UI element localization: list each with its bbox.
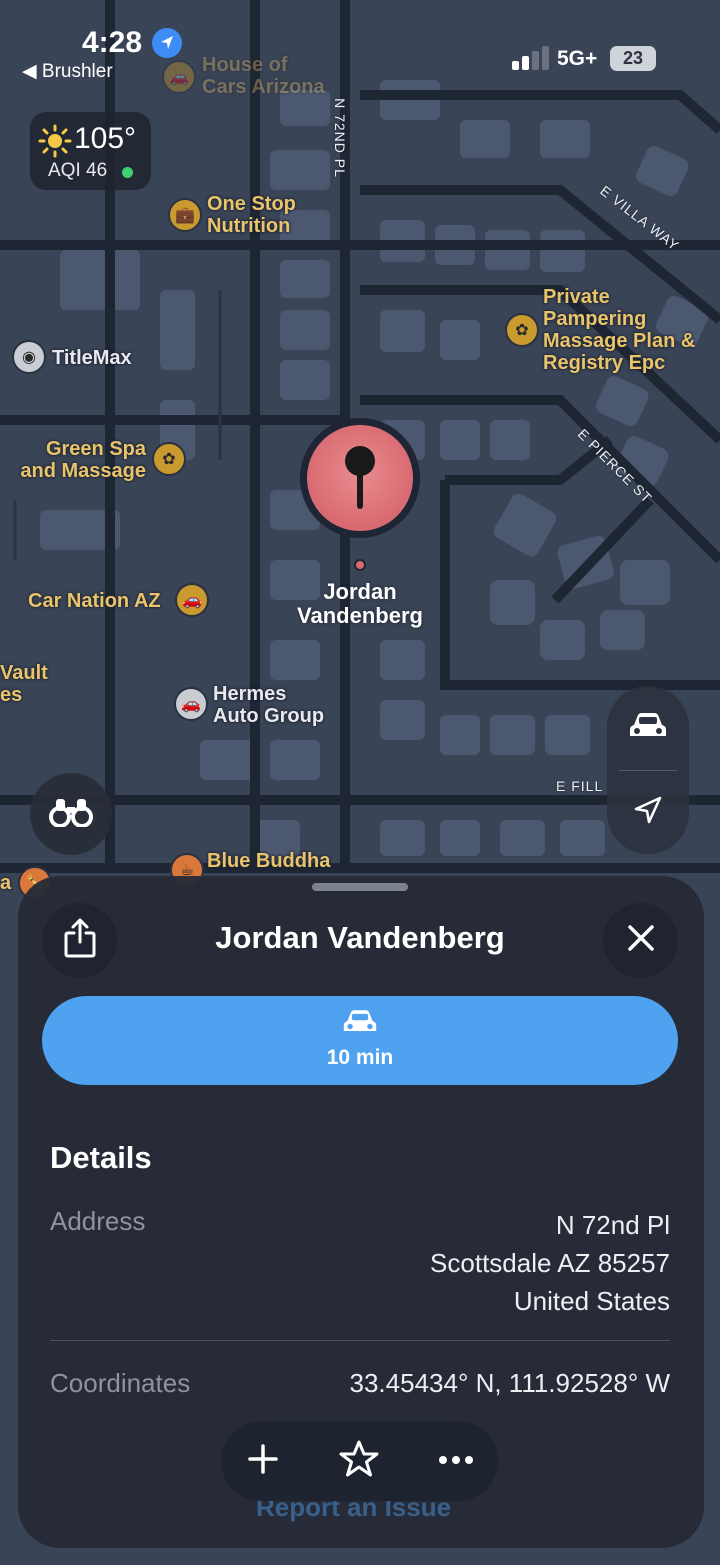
car-icon <box>342 1008 378 1041</box>
address-line-3: United States <box>513 1286 670 1316</box>
favorite-button[interactable] <box>319 1421 399 1501</box>
battery-icon: 23 <box>610 46 656 71</box>
coordinates-value[interactable]: 33.45434° N, 111.92528° W <box>350 1368 671 1399</box>
share-button[interactable] <box>42 903 117 978</box>
aqi-label: AQI 46 <box>48 160 108 181</box>
temperature: 105° <box>74 122 137 155</box>
star-icon <box>339 1439 379 1484</box>
dropped-pin[interactable] <box>300 418 420 538</box>
network-type: 5G+ <box>557 47 598 70</box>
poi-hermes-auto[interactable]: Hermes Auto Group <box>213 683 324 727</box>
ellipsis-icon <box>438 1452 474 1470</box>
briefcase-icon: 💼 <box>168 198 202 232</box>
binoculars-icon <box>49 797 93 832</box>
pin-dot <box>354 559 366 571</box>
poi-titlemax[interactable]: TitleMax <box>52 347 132 369</box>
sheet-grabber[interactable] <box>312 883 408 891</box>
status-bar: 4:28 ◀ Brushler 5G+ 23 <box>0 0 720 92</box>
location-arrow-icon <box>633 795 663 830</box>
eta-label: 10 min <box>326 1046 394 1069</box>
add-button[interactable] <box>223 1421 303 1501</box>
address-line-1: N 72nd Pl <box>555 1210 670 1240</box>
street-e-fill: E FILL <box>556 778 604 794</box>
street-n72nd-pl: N 72ND PL <box>331 98 348 178</box>
poi-vault[interactable]: Vault es <box>0 662 48 706</box>
close-icon <box>627 924 655 957</box>
address-label: Address <box>50 1206 146 1236</box>
sun-icon <box>38 124 72 163</box>
weather-widget[interactable]: 105° AQI 46 <box>30 112 151 190</box>
poi-private-pampering[interactable]: Private Pampering Massage Plan & Registr… <box>543 286 695 374</box>
back-app-label: Brushler <box>41 61 113 82</box>
track-location-button[interactable] <box>607 770 689 854</box>
address-line-2: Scottsdale AZ 85257 <box>430 1248 670 1278</box>
circle-dot-icon: ◉ <box>12 340 46 374</box>
clock: 4:28 <box>82 26 143 59</box>
lotus-icon: ✿ <box>505 313 539 347</box>
share-icon <box>63 918 97 963</box>
poi-green-spa[interactable]: Green Spa and Massage <box>10 438 146 482</box>
car-icon: 🚗 <box>174 687 208 721</box>
more-button[interactable] <box>416 1421 496 1501</box>
car-icon: 🚗 <box>175 583 209 617</box>
place-title: Jordan Vandenberg <box>215 920 505 955</box>
poi-blue-buddha[interactable]: Blue Buddha <box>207 850 330 872</box>
back-to-app[interactable]: ◀ Brushler <box>22 60 113 83</box>
signal-icon <box>512 46 550 70</box>
poi-partial-a[interactable]: a <box>0 872 11 894</box>
poi-one-stop-nutrition[interactable]: One Stop Nutrition <box>207 193 296 237</box>
transport-mode-button[interactable] <box>607 686 689 770</box>
car-icon <box>628 711 668 746</box>
close-button[interactable] <box>603 903 678 978</box>
address-value[interactable]: N 72nd Pl Scottsdale AZ 85257 United Sta… <box>430 1206 670 1320</box>
directions-button[interactable]: 10 min <box>42 996 678 1085</box>
aqi-status-dot <box>122 167 133 178</box>
look-around-button[interactable] <box>30 773 112 855</box>
sheet-toolbar <box>221 1421 498 1501</box>
pin-icon <box>307 425 413 531</box>
pin-label: Jordan Vandenberg <box>297 579 423 628</box>
details-divider <box>50 1340 670 1341</box>
coordinates-label: Coordinates <box>50 1368 191 1398</box>
location-arrow-icon <box>152 28 182 58</box>
poi-car-nation[interactable]: Car Nation AZ <box>28 590 161 612</box>
plus-icon <box>247 1443 279 1480</box>
map-controls <box>607 686 689 854</box>
details-heading: Details <box>50 1140 152 1175</box>
lotus-icon: ✿ <box>152 442 186 476</box>
